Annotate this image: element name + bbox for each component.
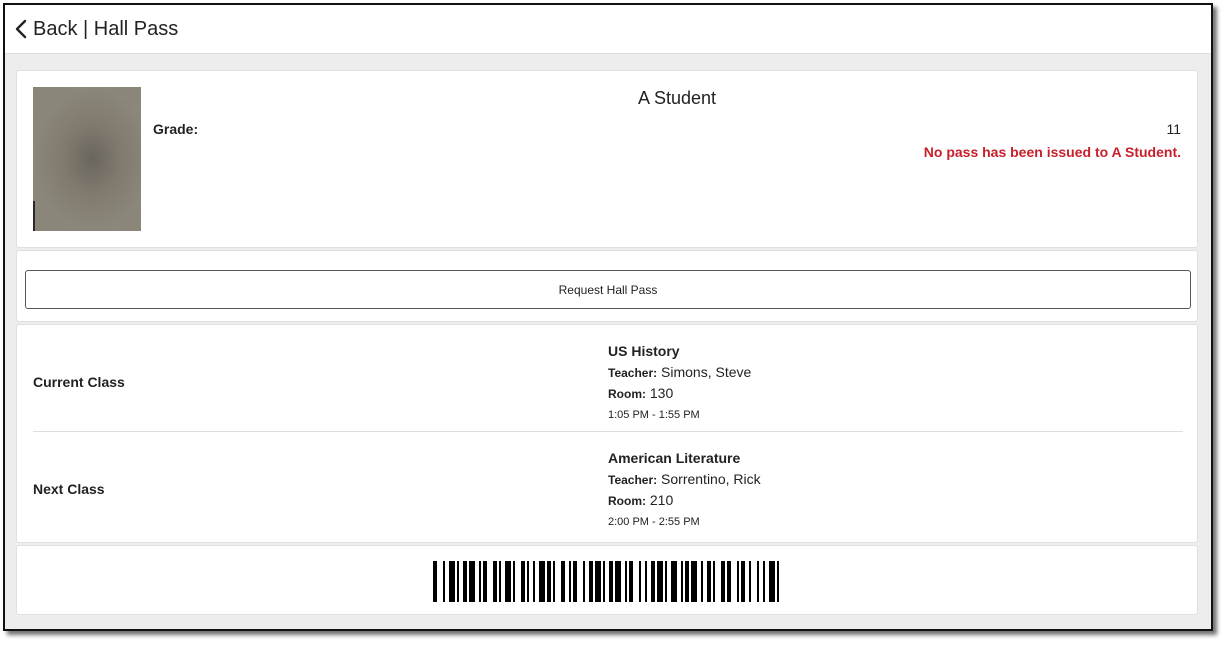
- current-class-detail: US History Teacher: Simons, Steve Room: …: [608, 341, 751, 424]
- room-number: 130: [649, 385, 674, 401]
- barcode-bar: [609, 561, 613, 602]
- barcode-icon: [433, 561, 779, 602]
- student-card: A Student Grade: 11 No pass has been iss…: [16, 70, 1198, 248]
- page-header: Back | Hall Pass: [5, 5, 1211, 54]
- barcode-bar: [561, 561, 565, 602]
- back-button[interactable]: Back | Hall Pass: [15, 18, 178, 41]
- request-card: Request Hall Pass: [16, 250, 1198, 322]
- barcode-bar: [763, 561, 765, 602]
- barcode-bar: [769, 561, 775, 602]
- barcode-bar: [651, 561, 655, 602]
- teacher-label: Teacher:: [608, 366, 658, 380]
- barcode-bar: [583, 561, 585, 602]
- barcode-bar: [727, 561, 731, 602]
- current-course-name: US History: [608, 343, 680, 359]
- barcode-bar: [449, 561, 455, 602]
- current-class-time: 1:05 PM - 1:55 PM: [608, 409, 700, 421]
- barcode-bar: [553, 561, 555, 602]
- grade-label: Grade:: [153, 121, 199, 137]
- grade-value: 11: [1166, 121, 1181, 137]
- barcode-bar: [539, 561, 545, 602]
- next-class-detail: American Literature Teacher: Sorrentino,…: [608, 448, 761, 531]
- barcode-bar: [707, 561, 711, 602]
- barcode-bar: [629, 561, 633, 602]
- barcode-bar: [671, 561, 677, 602]
- barcode-card: [16, 545, 1198, 615]
- barcode-bar: [721, 561, 725, 602]
- barcode-bar: [657, 561, 663, 602]
- barcode-bar: [569, 561, 571, 602]
- current-room: Room: 130: [608, 383, 751, 404]
- barcode-bar: [505, 561, 511, 602]
- barcode-bar: [691, 561, 697, 602]
- student-photo: [33, 87, 141, 231]
- barcode-bar: [777, 561, 779, 602]
- teacher-name: Simons, Steve: [661, 364, 752, 380]
- next-class-row: Next Class American Literature Teacher: …: [33, 432, 1183, 538]
- barcode-bar: [527, 561, 529, 602]
- teacher-label: Teacher:: [608, 473, 658, 487]
- barcode-bar: [603, 561, 605, 602]
- barcode-bar: [463, 561, 467, 602]
- barcode-bar: [469, 561, 475, 602]
- barcode-bar: [625, 561, 627, 602]
- next-room: Room: 210: [608, 490, 761, 511]
- barcode-bar: [713, 561, 715, 602]
- teacher-name: Sorrentino, Rick: [661, 471, 761, 487]
- barcode-bar: [681, 561, 683, 602]
- app-window: Back | Hall Pass A Student Grade: 11 No …: [3, 3, 1213, 631]
- barcode-bar: [479, 561, 481, 602]
- barcode-bar: [757, 561, 759, 602]
- current-class-row: Current Class US History Teacher: Simons…: [33, 325, 1183, 432]
- next-class-label: Next Class: [33, 481, 105, 497]
- next-course-name: American Literature: [608, 450, 741, 466]
- barcode-bar: [685, 561, 689, 602]
- room-label: Room:: [608, 387, 646, 401]
- barcode-bar: [533, 561, 535, 602]
- classes-card: Current Class US History Teacher: Simons…: [16, 324, 1198, 543]
- barcode-bar: [665, 561, 667, 602]
- barcode-bar: [547, 561, 551, 602]
- next-class-time: 2:00 PM - 2:55 PM: [608, 516, 700, 528]
- request-hall-pass-button[interactable]: Request Hall Pass: [25, 270, 1191, 309]
- barcode-bar: [499, 561, 501, 602]
- barcode-bar: [639, 561, 641, 602]
- barcode-bar: [443, 561, 445, 602]
- barcode-bar: [457, 561, 459, 602]
- pass-status-message: No pass has been issued to A Student.: [923, 144, 1181, 160]
- barcode-bar: [589, 561, 593, 602]
- barcode-bar: [749, 561, 751, 602]
- page-title: Back | Hall Pass: [33, 17, 179, 40]
- barcode-bar: [493, 561, 497, 602]
- barcode-bar: [433, 561, 437, 602]
- barcode-bar: [483, 561, 487, 602]
- chevron-left-icon: [15, 19, 27, 39]
- barcode-bar: [741, 561, 745, 602]
- next-teacher: Teacher: Sorrentino, Rick: [608, 469, 761, 490]
- barcode-bar: [521, 561, 525, 602]
- barcode-bar: [737, 561, 739, 602]
- barcode-bar: [595, 561, 601, 602]
- room-number: 210: [649, 492, 674, 508]
- barcode-bar: [573, 561, 577, 602]
- barcode-bar: [615, 561, 621, 602]
- barcode-bar: [645, 561, 647, 602]
- barcode-bar: [513, 561, 515, 602]
- current-class-label: Current Class: [33, 374, 125, 390]
- room-label: Room:: [608, 494, 646, 508]
- barcode-bar: [701, 561, 703, 602]
- current-teacher: Teacher: Simons, Steve: [608, 362, 751, 383]
- student-name: A Student: [637, 88, 717, 108]
